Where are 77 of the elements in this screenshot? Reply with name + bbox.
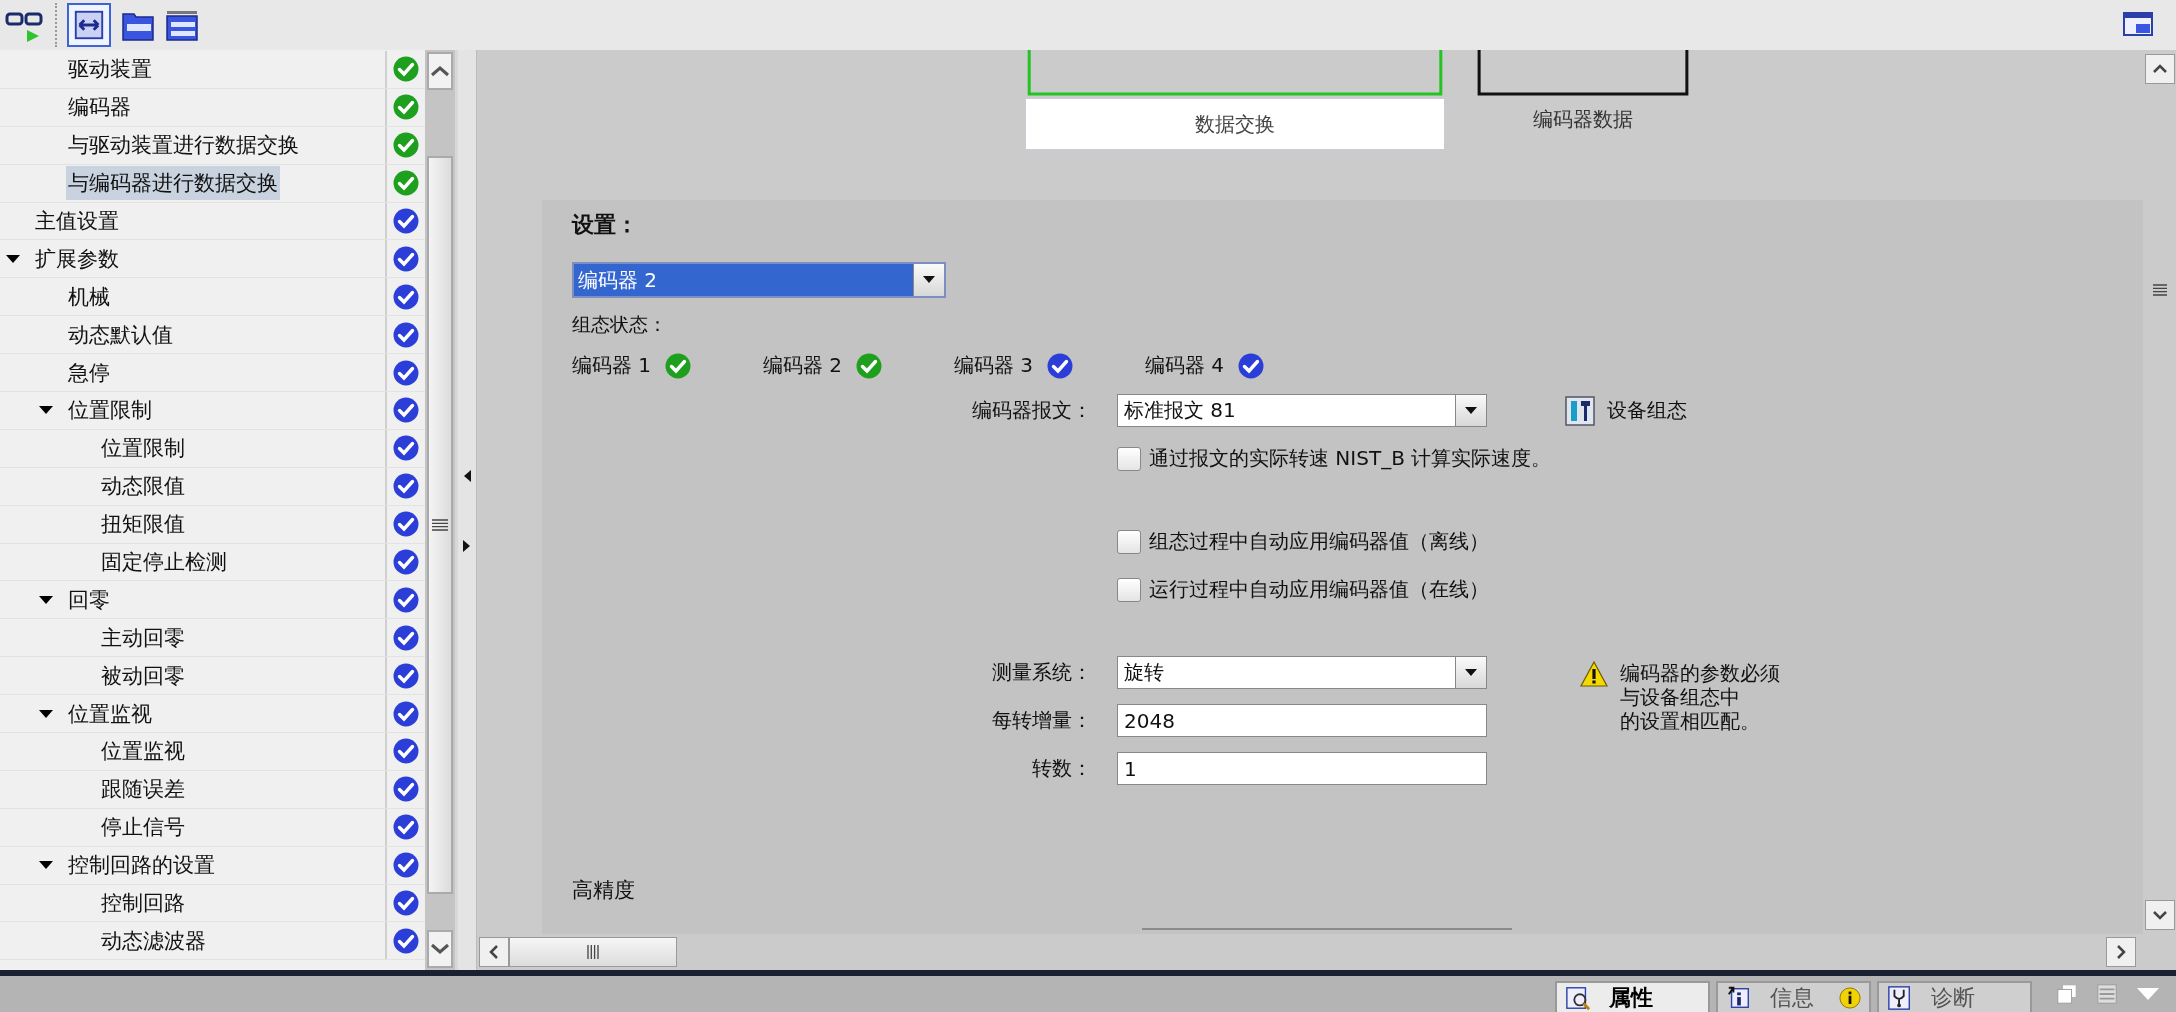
checkbox[interactable] xyxy=(1117,446,1141,471)
scroll-left-icon[interactable] xyxy=(489,944,499,960)
tree-item[interactable]: 编码器 xyxy=(66,90,133,125)
tree-item[interactable]: 位置监视 xyxy=(66,696,154,731)
tree-item[interactable]: 位置监视 xyxy=(99,734,187,769)
properties-icon xyxy=(1565,984,1591,1011)
warning-message: 编码器的参数必须 与设备组态中 的设置相匹配。 xyxy=(1620,660,1780,733)
tree-item[interactable]: 停止信号 xyxy=(99,810,187,845)
tree-item[interactable]: 跟随误差 xyxy=(99,772,187,807)
checkbox-label: 运行过程中自动应用编码器值（在线） xyxy=(1149,576,1489,603)
checkbox[interactable] xyxy=(1117,529,1141,554)
warning-icon xyxy=(1580,660,1608,687)
select-field[interactable]: 标准报文 81 xyxy=(1117,394,1487,427)
grip-icon[interactable] xyxy=(587,945,599,959)
dropdown-arrow-icon xyxy=(923,276,935,284)
tree-item[interactable]: 回零 xyxy=(66,582,112,617)
scroll-up-icon[interactable] xyxy=(2151,64,2168,74)
checkbox-label: 组态过程中自动应用编码器值（离线） xyxy=(1149,528,1489,555)
scrollbar[interactable] xyxy=(425,50,458,970)
tree-item[interactable]: 扭矩限值 xyxy=(99,507,187,542)
expand-right-icon[interactable] xyxy=(463,540,471,552)
tree-item[interactable]: 固定停止检测 xyxy=(99,545,229,579)
scroll-up-icon[interactable] xyxy=(430,65,450,77)
tree-item[interactable]: 动态限值 xyxy=(99,469,187,504)
field-label: 转数： xyxy=(1032,756,1092,780)
info-badge-icon xyxy=(1839,986,1861,1009)
tree-item[interactable]: 位置限制 xyxy=(99,431,187,466)
panel-tab[interactable]: 信息 xyxy=(1716,981,1871,1012)
grip-icon[interactable] xyxy=(431,519,449,531)
tree-item[interactable]: 动态默认值 xyxy=(66,317,175,352)
block-label: 数据交换 xyxy=(1025,98,1445,150)
tree-item[interactable]: 动态滤波器 xyxy=(99,923,208,958)
encoder-label: 编码器 4 xyxy=(1145,352,1225,379)
tree-item[interactable]: 主动回零 xyxy=(99,620,187,655)
tree-item[interactable]: 控制回路 xyxy=(99,886,187,921)
tree-item[interactable]: 主值设置 xyxy=(33,204,121,238)
info-icon xyxy=(1726,984,1752,1011)
tools-icon[interactable] xyxy=(1565,395,1595,426)
folder-list-icon[interactable] xyxy=(165,8,199,42)
scroll-right-icon[interactable] xyxy=(2116,944,2126,960)
encoder-dropdown[interactable]: 编码器 2 xyxy=(572,262,946,298)
panel-tab[interactable]: 属性 xyxy=(1555,981,1710,1012)
collapse-left-icon[interactable] xyxy=(463,470,471,482)
tree-item[interactable]: 机械 xyxy=(66,279,112,314)
split-view-button[interactable] xyxy=(67,3,111,47)
field-label: 每转增量： xyxy=(992,708,1092,732)
restore-window-icon[interactable] xyxy=(2056,983,2078,1005)
tree-item[interactable]: 控制回路的设置 xyxy=(66,848,217,883)
device-config-link[interactable]: 设备组态 xyxy=(1607,397,1687,424)
field-label: 测量系统： xyxy=(992,660,1092,684)
dropdown-arrow-icon xyxy=(1465,406,1477,415)
status-label: 组态状态： xyxy=(572,312,667,337)
checkbox-label: 通过报文的实际转速 NIST_B 计算实际速度。 xyxy=(1149,445,1552,472)
input-field[interactable]: 1 xyxy=(1117,752,1487,785)
checkbox[interactable] xyxy=(1117,577,1141,602)
scroll-down-icon[interactable] xyxy=(430,943,450,955)
grip-icon[interactable] xyxy=(2151,284,2168,296)
tree-item[interactable]: 急停 xyxy=(66,355,112,390)
section-title: 设置： xyxy=(572,211,638,239)
section-title: 高精度 xyxy=(572,877,635,904)
encoder-label: 编码器 2 xyxy=(763,352,843,379)
select-field[interactable]: 旋转 xyxy=(1117,656,1487,689)
tree-item[interactable]: 扩展参数 xyxy=(33,241,121,276)
field-label: 编码器报文： xyxy=(972,398,1092,422)
tree-item[interactable]: 与驱动装置进行数据交换 xyxy=(66,128,301,163)
encoder-label: 编码器 1 xyxy=(572,352,652,379)
tree-item[interactable]: 驱动装置 xyxy=(66,52,154,87)
panel-tab[interactable]: 诊断 xyxy=(1877,981,2032,1012)
block-label: 编码器数据 xyxy=(1532,106,1634,133)
scroll-down-icon[interactable] xyxy=(2151,910,2168,920)
tree-item[interactable]: 位置限制 xyxy=(66,393,154,428)
input-field[interactable]: 2048 xyxy=(1117,704,1487,737)
dropdown-arrow-icon xyxy=(1465,668,1477,677)
encoder-label: 编码器 3 xyxy=(954,352,1034,379)
tree-item[interactable]: 被动回零 xyxy=(99,658,187,693)
tree-item[interactable]: 与编码器进行数据交换 xyxy=(66,166,280,201)
stethoscope-icon xyxy=(1887,984,1913,1011)
